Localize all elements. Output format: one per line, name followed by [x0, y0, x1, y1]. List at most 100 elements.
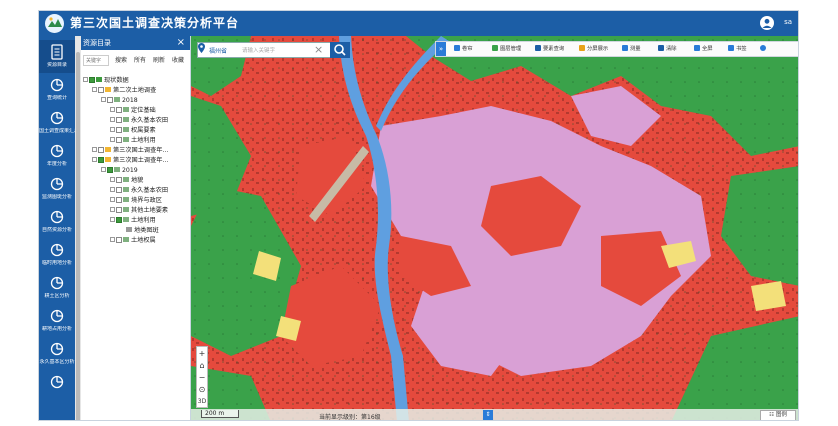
tree-node[interactable]: 地貌: [110, 176, 143, 185]
toolbar-fullscreen-button[interactable]: 全屏: [694, 42, 713, 56]
nav-item-3[interactable]: 年度分析: [39, 139, 75, 172]
tree-node[interactable]: 现状数据: [83, 76, 129, 85]
tree-node[interactable]: 永久基本农田: [110, 186, 168, 195]
map-view[interactable]: 福州省 请输入关键字 × » 卷帘 图层管理 要素查询 分屏展示 测量 清除 全屏 书签 + …: [191, 36, 799, 421]
nav-item-1[interactable]: 查询统计: [39, 73, 75, 106]
catalog-search-button[interactable]: 搜索: [115, 55, 127, 66]
tree-node[interactable]: 定位基础: [110, 106, 156, 115]
layer-checkbox[interactable]: [116, 117, 122, 123]
toolbar-eraser-button[interactable]: 清除: [658, 42, 677, 56]
expand-toggle-icon[interactable]: [110, 107, 115, 112]
home-button[interactable]: ⌂: [197, 361, 207, 370]
layer-checkbox[interactable]: [89, 77, 95, 83]
toolbar-layers-button[interactable]: 图层管理: [492, 42, 521, 56]
tree-node[interactable]: 永久基本农田: [110, 116, 168, 125]
land-use-map[interactable]: [191, 36, 799, 421]
tree-node[interactable]: 第三次国土调查年...: [92, 156, 168, 165]
layer-checkbox[interactable]: [116, 187, 122, 193]
tree-node[interactable]: 境界与政区: [110, 196, 162, 205]
expand-toggle-icon[interactable]: [110, 137, 115, 142]
locate-button[interactable]: ⊙: [197, 385, 207, 394]
catalog-scrollbar[interactable]: [75, 36, 81, 420]
legend-button[interactable]: ☷ 图例: [760, 410, 796, 420]
chart-pie-icon: [50, 243, 64, 257]
expand-toggle-icon[interactable]: [83, 77, 88, 82]
tree-node-label: 地貌: [131, 177, 144, 184]
layer-checkbox[interactable]: [116, 127, 122, 133]
layer-checkbox[interactable]: [116, 107, 122, 113]
3d-mode-button[interactable]: 3D: [197, 397, 207, 406]
nav-item-9[interactable]: 永久基本区分析: [39, 337, 75, 370]
tree-node[interactable]: 土地利用: [110, 216, 156, 225]
layer-checkbox[interactable]: [116, 197, 122, 203]
nav-item-5[interactable]: 自然资源分析: [39, 205, 75, 238]
layer-checkbox[interactable]: [107, 97, 113, 103]
catalog-favorites-button[interactable]: 收藏: [172, 55, 184, 66]
locator-clear-button[interactable]: ×: [314, 43, 323, 57]
catalog-scroll-thumb[interactable]: [76, 52, 80, 420]
chart-pie-icon: [50, 375, 64, 389]
expand-toggle-icon[interactable]: [110, 237, 115, 242]
nav-item-8[interactable]: 耕地占用分析: [39, 304, 75, 337]
tree-node[interactable]: 第三次国土调查年...: [92, 146, 168, 155]
expand-toggle-icon[interactable]: [110, 197, 115, 202]
nav-item-7[interactable]: 耕土区分析: [39, 271, 75, 304]
expand-toggle-icon[interactable]: [92, 87, 97, 92]
left-nav-rail: 资源目录查询统计国土调查成果汇总年度分析监测图斑分析自然资源分析临时用地分析耕土…: [39, 36, 75, 420]
layer-checkbox[interactable]: [116, 177, 122, 183]
expand-toggle-icon[interactable]: [110, 177, 115, 182]
layer-checkbox[interactable]: [116, 137, 122, 143]
user-name[interactable]: sa: [784, 18, 792, 26]
nav-item-4[interactable]: 监测图斑分析: [39, 172, 75, 205]
locator-search-button[interactable]: [330, 42, 350, 58]
nav-item-0[interactable]: 资源目录: [39, 40, 75, 73]
layer-checkbox[interactable]: [116, 217, 122, 223]
expand-toggle-icon[interactable]: [110, 127, 115, 132]
nav-item-2[interactable]: 国土调查成果汇总: [39, 106, 75, 139]
region-selector[interactable]: 福州省: [209, 46, 227, 55]
expand-toggle-icon[interactable]: [110, 187, 115, 192]
layer-checkbox[interactable]: [98, 87, 104, 93]
toolbar-split-screen-button[interactable]: 分屏展示: [579, 42, 608, 56]
tree-node[interactable]: 权属要素: [110, 126, 156, 135]
layer-checkbox[interactable]: [107, 167, 113, 173]
nav-item-6[interactable]: 临时用地分析: [39, 238, 75, 271]
tree-node-label: 其他土地要素: [131, 207, 169, 214]
user-avatar-icon[interactable]: [760, 16, 774, 30]
catalog-refresh-button[interactable]: 刷新: [153, 55, 165, 66]
catalog-close-button[interactable]: ×: [177, 36, 185, 49]
expand-toggle-icon[interactable]: [101, 97, 106, 102]
layer-checkbox[interactable]: [98, 157, 104, 163]
expand-toggle-icon[interactable]: [110, 117, 115, 122]
tree-node[interactable]: 第二次土地调查: [92, 86, 156, 95]
zoom-in-button[interactable]: +: [197, 349, 207, 358]
expand-toggle-icon[interactable]: [101, 167, 106, 172]
nav-item-10[interactable]: [39, 370, 75, 403]
toolbar-collapse-button[interactable]: »: [436, 42, 446, 56]
layer-checkbox[interactable]: [116, 237, 122, 243]
toolbar-ruler-button[interactable]: 测量: [622, 42, 641, 56]
catalog-keyword-input[interactable]: [83, 55, 109, 66]
expand-toggle-icon[interactable]: [110, 207, 115, 212]
expand-toggle-icon[interactable]: [110, 217, 115, 222]
layer-checkbox[interactable]: [116, 207, 122, 213]
nav-item-label: 监测图斑分析: [41, 194, 72, 200]
tree-node[interactable]: 2019: [101, 166, 138, 175]
catalog-all-button[interactable]: 所有: [134, 55, 146, 66]
locator-search-input[interactable]: 请输入关键字: [242, 46, 275, 54]
tree-node[interactable]: 2018: [101, 96, 138, 105]
toolbar-search-button[interactable]: 要素查询: [535, 42, 564, 56]
toolbar-info-button[interactable]: [760, 42, 768, 56]
zoom-out-button[interactable]: −: [197, 373, 207, 382]
expand-toggle-icon[interactable]: [92, 157, 97, 162]
layer-checkbox[interactable]: [98, 147, 104, 153]
toolbar-bookmark-button[interactable]: 书签: [728, 42, 747, 56]
tree-node[interactable]: 土地利用: [110, 136, 156, 145]
tree-node[interactable]: 地类图斑: [119, 226, 159, 235]
expand-toggle-icon[interactable]: [92, 147, 97, 152]
layer-icon: [123, 127, 129, 132]
toolbar-swipe-button[interactable]: 卷帘: [454, 42, 473, 56]
tree-node[interactable]: 土地权属: [110, 236, 156, 245]
status-bar-toggle[interactable]: ⇕: [483, 410, 493, 420]
tree-node[interactable]: 其他土地要素: [110, 206, 168, 215]
